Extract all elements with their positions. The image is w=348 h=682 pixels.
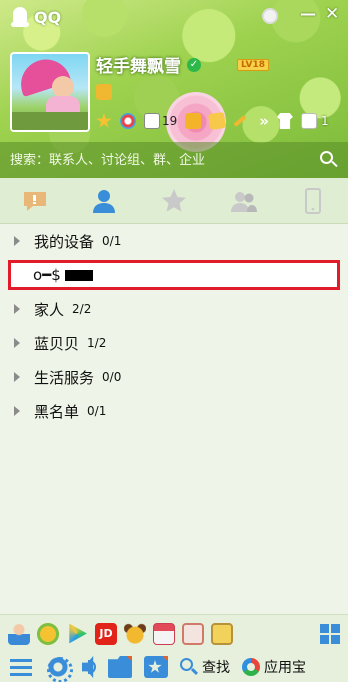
- nickname-row: 轻手舞飘雪 ✓ LV18: [96, 52, 269, 77]
- search-icon: [180, 658, 199, 676]
- expand-arrow-icon: [14, 338, 20, 348]
- photo-app-icon[interactable]: [211, 622, 233, 645]
- close-button[interactable]: ✕: [325, 6, 339, 23]
- expand-arrow-icon: [14, 406, 20, 416]
- group-name: 蓝贝贝: [34, 334, 80, 353]
- expand-arrow-icon: [14, 372, 20, 382]
- profile-header: QQ — ✕ 轻手舞飘雪 ✓ LV18 19 » 1: [0, 0, 348, 178]
- group-count: 1/2: [87, 336, 107, 350]
- title-row: QQ: [10, 6, 61, 28]
- status-icons-row: 19 » 1: [96, 111, 329, 131]
- contact-group-list: 我的设备 0/1 o━$ 家人 2/2 蓝贝贝 1/2 生活服务 0/0 黑名单…: [0, 224, 348, 614]
- apps-bar: JD: [0, 614, 348, 652]
- tab-favorites[interactable]: [139, 178, 209, 223]
- mail-count: 19: [162, 114, 178, 128]
- friend-app-icon[interactable]: [8, 622, 30, 645]
- jd-app-icon[interactable]: JD: [95, 622, 117, 645]
- vip-badge-icon[interactable]: [96, 84, 112, 100]
- avatar[interactable]: [10, 52, 90, 132]
- group-highlighted[interactable]: o━$: [8, 260, 340, 290]
- appstore-button[interactable]: 应用宝: [242, 657, 306, 677]
- search-bar: [0, 142, 348, 178]
- tab-devices[interactable]: [278, 178, 348, 223]
- find-button[interactable]: 查找: [180, 657, 230, 677]
- file-folder-icon[interactable]: [108, 656, 132, 678]
- video-app-icon[interactable]: [69, 623, 87, 644]
- group-family[interactable]: 家人 2/2: [0, 292, 348, 326]
- qzone-icon[interactable]: [120, 113, 136, 129]
- pet-app-icon[interactable]: [124, 622, 146, 645]
- skin-button[interactable]: [262, 8, 278, 24]
- expand-arrow-icon: [14, 304, 20, 314]
- group-life-services[interactable]: 生活服务 0/0: [0, 360, 348, 394]
- group-icon: [230, 191, 257, 212]
- group-lanbeibei[interactable]: 蓝贝贝 1/2: [0, 326, 348, 360]
- shop-app-icon[interactable]: [153, 622, 175, 645]
- extra-count: 1: [320, 114, 329, 128]
- redacted-text: [64, 269, 93, 281]
- tab-contacts[interactable]: [70, 178, 140, 223]
- group-count: 0/0: [102, 370, 122, 384]
- note-icon[interactable]: [208, 111, 227, 131]
- app-title: QQ: [34, 7, 62, 27]
- find-label: 查找: [202, 660, 230, 676]
- phone-icon: [305, 187, 322, 214]
- contacts-icon: [93, 189, 116, 213]
- settings-gear-icon[interactable]: [46, 656, 73, 682]
- menu-icon[interactable]: [10, 656, 34, 678]
- favorites-icon[interactable]: [144, 656, 168, 678]
- tool-icon[interactable]: [233, 114, 247, 128]
- message-icon: [23, 191, 46, 211]
- search-icon[interactable]: [320, 151, 338, 169]
- star-icon: [161, 188, 186, 212]
- mail-icon[interactable]: [144, 113, 160, 129]
- group-count: 0/1: [102, 234, 122, 248]
- appstore-icon: [242, 658, 260, 676]
- verified-icon: ✓: [187, 57, 201, 72]
- star-icon[interactable]: [96, 113, 112, 128]
- tab-messages[interactable]: [0, 178, 70, 223]
- group-my-devices[interactable]: 我的设备 0/1: [0, 224, 348, 258]
- volume-button[interactable]: [82, 656, 96, 678]
- shirt-icon[interactable]: [276, 113, 293, 129]
- folder-icon[interactable]: [185, 113, 202, 129]
- window-icon[interactable]: [300, 113, 317, 129]
- search-input[interactable]: [10, 152, 320, 168]
- more-icon[interactable]: »: [259, 112, 269, 130]
- main-tabs: [0, 178, 348, 224]
- box-app-icon[interactable]: [182, 622, 204, 645]
- group-name: 我的设备: [34, 232, 95, 251]
- expand-arrow-icon: [14, 236, 20, 246]
- group-name: 家人: [34, 300, 65, 319]
- nickname[interactable]: 轻手舞飘雪: [96, 52, 181, 77]
- bottom-toolbar: 查找 应用宝: [0, 652, 348, 682]
- minimize-button[interactable]: —: [300, 6, 316, 22]
- appstore-label: 应用宝: [264, 660, 306, 676]
- level-badge[interactable]: LV18: [237, 58, 269, 71]
- tab-groups[interactable]: [209, 178, 279, 223]
- group-name: o━$: [33, 266, 61, 284]
- group-blacklist[interactable]: 黑名单 0/1: [0, 394, 348, 428]
- app-grid-icon[interactable]: [320, 623, 340, 644]
- group-count: 2/2: [72, 302, 92, 316]
- group-name: 生活服务: [34, 368, 95, 387]
- group-count: 0/1: [87, 404, 107, 418]
- wallet-app-icon[interactable]: [37, 622, 59, 645]
- qq-penguin-icon: [10, 6, 30, 28]
- group-name: 黑名单: [34, 402, 80, 421]
